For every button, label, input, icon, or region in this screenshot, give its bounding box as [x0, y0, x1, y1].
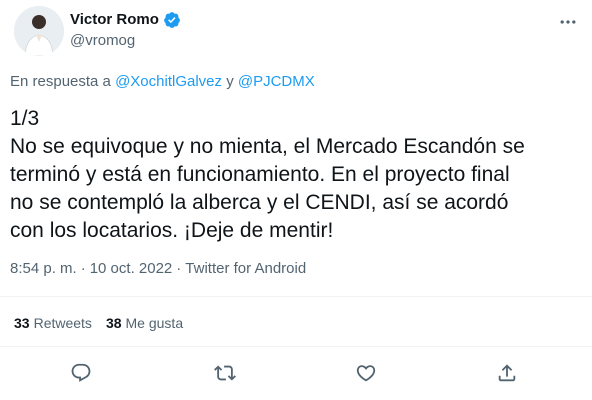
tweet-source[interactable]: Twitter for Android — [185, 260, 306, 277]
divider — [0, 346, 592, 347]
avatar[interactable] — [14, 6, 64, 56]
share-button[interactable] — [494, 360, 520, 386]
retweets-label: Retweets — [33, 315, 92, 331]
likes-stat[interactable]: 38 Me gusta — [106, 314, 183, 332]
author-name[interactable]: Victor Romo — [70, 10, 159, 30]
divider — [0, 296, 592, 297]
likes-count: 38 — [105, 315, 122, 331]
retweets-count: 33 — [14, 315, 30, 331]
like-button[interactable] — [353, 360, 379, 386]
avatar-image — [14, 6, 64, 56]
tweet-line: No se equivoque y no mienta, el Mercado … — [10, 135, 525, 158]
meta-separator: · — [80, 260, 86, 277]
verified-badge-icon — [163, 11, 181, 29]
reply-button[interactable] — [68, 360, 94, 386]
reply-joiner: y — [226, 73, 234, 90]
reply-user-pjcdmx[interactable]: @PJCDMX — [238, 73, 315, 90]
tweet-line: no se contempló la alberca y el CENDI, a… — [10, 191, 509, 214]
tweet-line: 1/3 — [10, 107, 40, 130]
author-name-row[interactable]: Victor Romo — [70, 10, 181, 30]
reply-user-xochitlgalvez[interactable]: @XochitlGalvez — [115, 73, 222, 90]
action-bar — [0, 360, 592, 386]
more-options-button[interactable] — [554, 8, 582, 36]
tweet-line: terminó y está en funcionamiento. En el … — [10, 163, 510, 186]
retweet-icon — [214, 365, 236, 381]
like-icon — [356, 365, 376, 382]
tweet-line: con los locatarios. ¡Deje de mentir! — [10, 219, 334, 242]
reply-icon — [71, 363, 91, 382]
tweet-stats: 33 Retweets 38 Me gusta — [14, 314, 197, 332]
retweets-stat[interactable]: 33 Retweets — [14, 314, 92, 332]
reply-context: En respuesta a @XochitlGalvez y @PJCDMX — [10, 72, 315, 92]
retweet-button[interactable] — [212, 360, 238, 386]
tweet-meta: 8:54 p. m. · 10 oct. 2022 · Twitter for Andr… — [10, 259, 306, 279]
tweet-time[interactable]: 8:54 p. m. — [10, 260, 77, 277]
more-dots-icon — [560, 20, 576, 24]
author-handle[interactable]: @vromog — [70, 31, 135, 51]
reply-prefix: En respuesta a — [10, 73, 111, 90]
tweet-text: 1/3 No se equivoque y no mienta, el Merc… — [10, 105, 590, 245]
share-icon — [498, 364, 516, 382]
tweet-date[interactable]: 10 oct. 2022 — [90, 260, 173, 277]
meta-separator: · — [176, 260, 182, 277]
likes-label: Me gusta — [125, 315, 184, 331]
